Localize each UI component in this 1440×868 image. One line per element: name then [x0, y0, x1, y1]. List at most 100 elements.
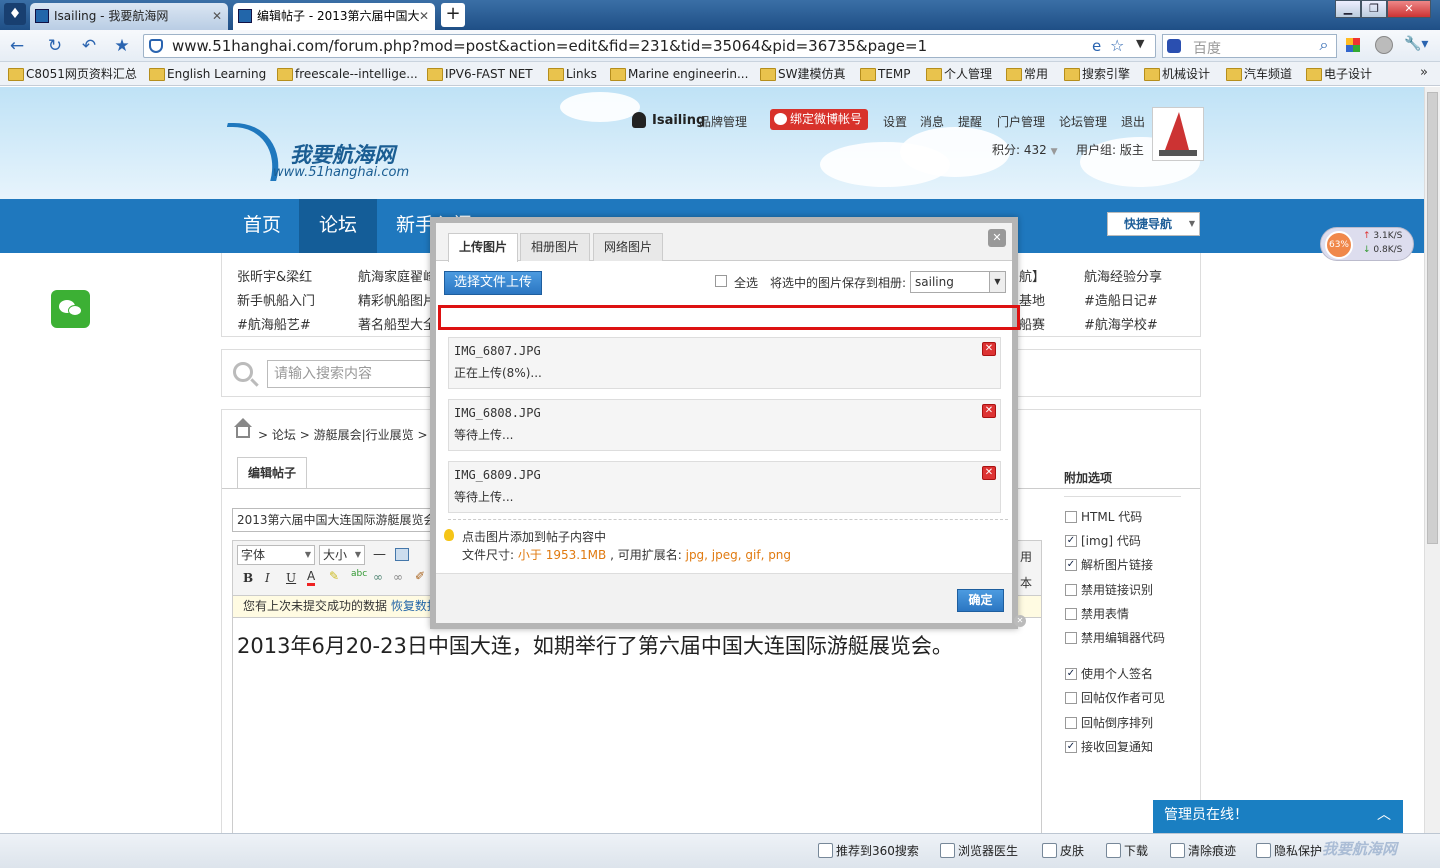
- browser-logo-icon[interactable]: ♦: [4, 3, 26, 25]
- confirm-button[interactable]: 确定: [957, 589, 1004, 612]
- vertical-scrollbar[interactable]: [1424, 87, 1440, 833]
- apps-grid-icon[interactable]: [1346, 38, 1360, 52]
- option-checkbox[interactable]: [1065, 692, 1077, 704]
- status-privacy[interactable]: 隐私保护: [1256, 842, 1322, 859]
- font-color-icon[interactable]: A: [307, 569, 316, 586]
- wechat-icon[interactable]: [51, 290, 90, 328]
- browser-tab-isailing[interactable]: Isailing - 我要航海网 ✕: [30, 3, 228, 30]
- maximize-button[interactable]: ❐: [1361, 0, 1387, 18]
- option-5[interactable]: 禁用编辑器代码: [1065, 631, 1165, 645]
- select-all-checkbox[interactable]: [715, 275, 727, 287]
- spellcheck-icon[interactable]: abc: [351, 569, 367, 579]
- option-0[interactable]: HTML 代码: [1065, 510, 1142, 524]
- status-clear-traces[interactable]: 清除痕迹: [1170, 842, 1236, 859]
- tab-close-icon[interactable]: ✕: [212, 3, 222, 29]
- top-link-logout[interactable]: 退出: [1121, 113, 1145, 130]
- dropdown-arrow-icon[interactable]: ▼: [1136, 37, 1144, 50]
- bookmark-item[interactable]: 机械设计: [1144, 66, 1210, 82]
- bookmark-item[interactable]: freescale--intellige...: [277, 66, 418, 82]
- star-icon[interactable]: ★: [111, 36, 133, 56]
- option-checkbox[interactable]: ✓: [1065, 559, 1077, 571]
- bookmark-item[interactable]: C8051网页资料汇总: [8, 66, 137, 82]
- option-7[interactable]: 回帖仅作者可见: [1065, 691, 1165, 705]
- top-link-forum-admin[interactable]: 论坛管理: [1059, 113, 1107, 130]
- bookmark-item[interactable]: 常用: [1006, 66, 1048, 82]
- net-speed-widget[interactable]: 63% ↑ 3.1K/S ↓ 0.8K/S: [1320, 227, 1414, 261]
- option-4[interactable]: 禁用表情: [1065, 607, 1129, 621]
- subject-input[interactable]: 2013第六届中国大连国际游艇展览会: [232, 508, 432, 532]
- italic-icon[interactable]: I: [265, 571, 270, 585]
- clear-format-icon[interactable]: ✐: [415, 569, 425, 583]
- delete-file-icon[interactable]: ✕: [982, 466, 996, 480]
- font-select[interactable]: 字体 ▼: [237, 545, 315, 565]
- subnav-link[interactable]: 新手帆船入门: [237, 290, 315, 309]
- option-checkbox[interactable]: [1065, 608, 1077, 620]
- status-recommend-360[interactable]: 推荐到360搜索: [818, 842, 919, 859]
- option-8[interactable]: 回帖倒序排列: [1065, 716, 1153, 730]
- subnav-link[interactable]: 航海经验分享: [1084, 266, 1162, 285]
- option-checkbox[interactable]: ✓: [1065, 668, 1077, 680]
- delete-file-icon[interactable]: ✕: [982, 404, 996, 418]
- upload-file-item[interactable]: IMG_6807.JPG 正在上传(8%)... ✕: [448, 337, 1001, 389]
- unlink-icon[interactable]: ∞: [393, 570, 403, 584]
- address-bar[interactable]: www.51hanghai.com/forum.php?mod=post&act…: [143, 34, 1156, 58]
- table-icon[interactable]: [395, 548, 409, 561]
- subnav-link[interactable]: #航海船艺#: [237, 314, 311, 333]
- tab-close-icon[interactable]: ✕: [419, 3, 429, 29]
- top-link-portal-admin[interactable]: 门户管理: [997, 113, 1045, 130]
- status-browser-doctor[interactable]: 浏览器医生: [940, 842, 1018, 859]
- bookmark-item[interactable]: 个人管理: [926, 66, 992, 82]
- tab-web-image[interactable]: 网络图片: [593, 233, 664, 261]
- new-tab-button[interactable]: +: [441, 3, 465, 27]
- dialog-resize-close-icon[interactable]: ✕: [1014, 615, 1026, 627]
- brand-manage-link[interactable]: 品牌管理: [699, 113, 747, 130]
- favorite-star-icon[interactable]: ☆: [1110, 36, 1124, 55]
- bookmark-item[interactable]: Marine engineerin...: [610, 66, 748, 82]
- subnav-link[interactable]: 著名船型大全: [358, 314, 436, 333]
- link-icon[interactable]: ∞: [373, 570, 383, 584]
- dialog-close-icon[interactable]: ✕: [988, 229, 1006, 247]
- subnav-link[interactable]: 张昕宇&梁红: [237, 266, 312, 285]
- editor-right-label[interactable]: 用: [1020, 548, 1032, 565]
- user-points[interactable]: 积分: 432 ▼: [992, 141, 1058, 158]
- bookmark-item[interactable]: SW建模仿真: [760, 66, 845, 82]
- username-link[interactable]: Isailing: [652, 113, 705, 128]
- option-3[interactable]: 禁用链接识别: [1065, 583, 1153, 597]
- option-checkbox[interactable]: [1065, 511, 1077, 523]
- nav-home[interactable]: 首页: [223, 199, 301, 253]
- tab-edit-post[interactable]: 编辑帖子: [237, 457, 307, 489]
- option-6[interactable]: ✓ 使用个人签名: [1065, 667, 1153, 681]
- scrollbar-thumb[interactable]: [1427, 92, 1438, 544]
- delete-file-icon[interactable]: ✕: [982, 342, 996, 356]
- option-checkbox[interactable]: ✓: [1065, 741, 1077, 753]
- refresh-icon[interactable]: ↻: [44, 36, 66, 56]
- top-link-reminders[interactable]: 提醒: [958, 113, 982, 130]
- editor-right-label[interactable]: 本: [1020, 574, 1032, 591]
- status-download[interactable]: 下载: [1106, 842, 1148, 859]
- option-checkbox[interactable]: [1065, 632, 1077, 644]
- admin-online-bar[interactable]: 管理员在线！ ︿: [1153, 800, 1403, 833]
- bookmark-item[interactable]: IPV6-FAST NET: [427, 66, 533, 82]
- top-link-settings[interactable]: 设置: [883, 113, 907, 130]
- subnav-link[interactable]: #造船日记#: [1084, 290, 1158, 309]
- ie-icon[interactable]: e: [1092, 37, 1101, 55]
- chevron-up-icon[interactable]: ︿: [1377, 800, 1391, 831]
- tab-album-image[interactable]: 相册图片: [520, 233, 591, 261]
- browser-tab-edit-post[interactable]: 编辑帖子 - 2013第六届中国大 ✕: [233, 3, 435, 30]
- bold-icon[interactable]: B: [243, 571, 253, 585]
- bookmarks-more-icon[interactable]: »: [1420, 65, 1428, 80]
- bind-weibo-button[interactable]: 绑定微博帐号: [770, 109, 868, 130]
- size-select[interactable]: 大小 ▼: [319, 545, 365, 565]
- option-checkbox[interactable]: [1065, 717, 1077, 729]
- top-link-messages[interactable]: 消息: [920, 113, 944, 130]
- bookmark-item[interactable]: Links: [548, 66, 597, 82]
- subnav-link[interactable]: #航海学校#: [1084, 314, 1158, 333]
- option-1[interactable]: ✓ [img] 代码: [1065, 534, 1141, 548]
- editor-body[interactable]: 2013年6月20-23日中国大连，如期举行了第六届中国大连国际游艇展览会。: [232, 618, 1042, 833]
- horizontal-rule-icon[interactable]: —: [373, 547, 386, 562]
- bookmark-item[interactable]: 搜索引擎: [1064, 66, 1130, 82]
- window-close-button[interactable]: ✕: [1387, 0, 1431, 18]
- subnav-link[interactable]: 基地: [1019, 290, 1045, 309]
- subnav-link[interactable]: 精彩帆船图片: [358, 290, 436, 309]
- subnav-link[interactable]: 航海家庭翟峰: [358, 266, 436, 285]
